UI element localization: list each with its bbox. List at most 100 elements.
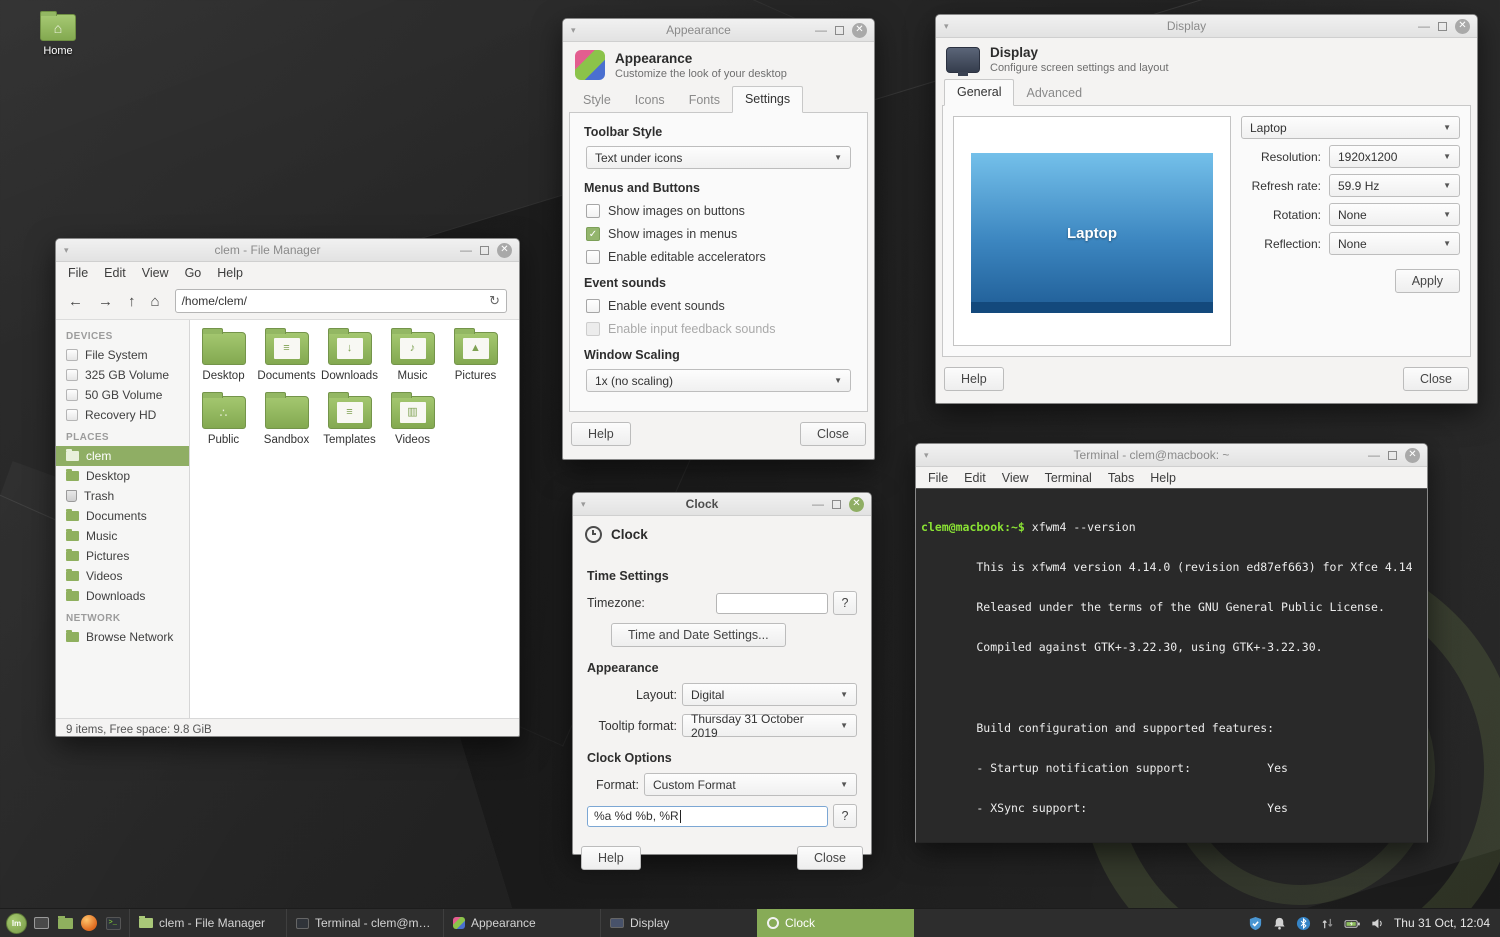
menu-view[interactable]: View (134, 264, 177, 282)
sidebar-item-file-system[interactable]: File System (56, 345, 189, 365)
menu-terminal[interactable]: Terminal (1037, 469, 1100, 487)
menu-go[interactable]: Go (177, 264, 210, 282)
menu-help[interactable]: Help (1142, 469, 1184, 487)
notification-bell-icon[interactable] (1272, 916, 1287, 931)
taskbar-button-file-manager[interactable]: clem - File Manager (129, 909, 286, 937)
terminal-screen[interactable]: clem@macbook:~$ xfwm4 --version This is … (916, 488, 1427, 843)
monitor-preview[interactable]: Laptop (971, 153, 1213, 313)
battery-icon[interactable] (1344, 916, 1361, 931)
apply-button[interactable]: Apply (1394, 269, 1460, 293)
mint-menu-button[interactable]: lm (6, 912, 27, 934)
sidebar-item-desktop[interactable]: Desktop (56, 466, 189, 486)
clock-titlebar[interactable]: ▾ Clock — ✕ (573, 493, 871, 516)
menu-help[interactable]: Help (209, 264, 251, 282)
sidebar-item-clem[interactable]: clem (56, 446, 189, 466)
menu-file[interactable]: File (920, 469, 956, 487)
help-button[interactable]: Help (944, 367, 1004, 391)
desktop-icon-home[interactable]: ⌂ Home (30, 11, 86, 57)
show-desktop-button[interactable] (31, 913, 51, 933)
bluetooth-icon[interactable] (1296, 916, 1311, 931)
rotation-dropdown[interactable]: None ▼ (1329, 203, 1460, 226)
path-input[interactable]: /home/clem/ ↻ (174, 289, 507, 313)
display-titlebar[interactable]: ▾ Display — ✕ (936, 15, 1477, 38)
layout-dropdown[interactable]: Digital ▼ (682, 683, 857, 706)
close-button[interactable]: ✕ (497, 242, 512, 258)
sidebar-item-downloads[interactable]: Downloads (56, 586, 189, 606)
taskbar-clock[interactable]: Thu 31 Oct, 12:04 (1394, 916, 1490, 930)
appearance-titlebar[interactable]: ▾ Appearance — ✕ (563, 19, 874, 42)
maximize-button[interactable] (832, 499, 841, 509)
refresh-rate-dropdown[interactable]: 59.9 Hz ▼ (1329, 174, 1460, 197)
checkbox-show-images-buttons[interactable]: Show images on buttons (586, 204, 853, 218)
help-button[interactable]: Help (581, 846, 641, 870)
file-manager-titlebar[interactable]: ▾ clem - File Manager — ✕ (56, 239, 519, 262)
menu-tabs[interactable]: Tabs (1100, 469, 1142, 487)
back-icon[interactable]: ← (68, 294, 83, 309)
format-dropdown[interactable]: Custom Format ▼ (644, 773, 857, 796)
custom-format-input[interactable]: %a %d %b, %R (587, 805, 828, 827)
folder-music[interactable]: ♪ Music (381, 328, 444, 382)
update-shield-icon[interactable] (1248, 916, 1263, 931)
sidebar-item-music[interactable]: Music (56, 526, 189, 546)
tab-icons[interactable]: Icons (623, 88, 677, 113)
window-menu-icon[interactable]: ▾ (571, 25, 576, 36)
file-manager-file-area[interactable]: Desktop ≡ Documents ↓ Downloads ♪ Music ▲ Pi… (190, 320, 519, 718)
folder-documents[interactable]: ≡ Documents (255, 328, 318, 382)
checkbox-show-images-menus[interactable]: ✓ Show images in menus (586, 227, 853, 241)
checkbox-editable-accelerators[interactable]: Enable editable accelerators (586, 250, 853, 264)
files-launcher[interactable] (55, 913, 75, 933)
terminal-launcher[interactable]: >_ (103, 913, 123, 933)
window-menu-icon[interactable]: ▾ (924, 450, 929, 461)
time-date-settings-button[interactable]: Time and Date Settings... (611, 623, 786, 647)
folder-desktop[interactable]: Desktop (192, 328, 255, 382)
checkbox-event-sounds[interactable]: Enable event sounds (586, 299, 853, 313)
menu-file[interactable]: File (60, 264, 96, 282)
maximize-button[interactable] (835, 25, 844, 35)
menu-edit[interactable]: Edit (96, 264, 134, 282)
taskbar-button-terminal[interactable]: Terminal - clem@macbook: ~ (286, 909, 443, 937)
reflection-dropdown[interactable]: None ▼ (1329, 232, 1460, 255)
folder-videos[interactable]: ▥ Videos (381, 392, 444, 446)
maximize-button[interactable] (480, 245, 489, 255)
forward-icon[interactable]: → (98, 294, 113, 309)
format-help-button[interactable]: ? (833, 804, 857, 828)
network-icon[interactable] (1320, 916, 1335, 931)
reload-icon[interactable]: ↻ (489, 293, 500, 309)
tab-style[interactable]: Style (571, 88, 623, 113)
menu-view[interactable]: View (994, 469, 1037, 487)
tab-fonts[interactable]: Fonts (677, 88, 732, 113)
folder-downloads[interactable]: ↓ Downloads (318, 328, 381, 382)
folder-templates[interactable]: ≡ Templates (318, 392, 381, 446)
timezone-input[interactable] (716, 592, 828, 614)
sidebar-item-browse-network[interactable]: Browse Network (56, 627, 189, 647)
sidebar-item-trash[interactable]: Trash (56, 486, 189, 506)
tab-advanced[interactable]: Advanced (1014, 81, 1094, 106)
window-menu-icon[interactable]: ▾ (581, 499, 586, 510)
timezone-help-button[interactable]: ? (833, 591, 857, 615)
resolution-dropdown[interactable]: 1920x1200 ▼ (1329, 145, 1460, 168)
folder-sandbox[interactable]: Sandbox (255, 392, 318, 446)
taskbar-button-appearance[interactable]: Appearance (443, 909, 600, 937)
maximize-button[interactable] (1438, 21, 1447, 31)
menu-edit[interactable]: Edit (956, 469, 994, 487)
sidebar-item-50gb-volume[interactable]: 50 GB Volume (56, 385, 189, 405)
sidebar-item-documents[interactable]: Documents (56, 506, 189, 526)
close-dialog-button[interactable]: Close (1403, 367, 1469, 391)
minimize-button[interactable]: — (812, 498, 824, 510)
home-icon[interactable]: ⌂ (151, 294, 160, 309)
up-icon[interactable]: ↑ (128, 294, 136, 309)
minimize-button[interactable]: — (460, 244, 472, 256)
sidebar-item-recovery-hd[interactable]: Recovery HD (56, 405, 189, 425)
sidebar-item-325gb-volume[interactable]: 325 GB Volume (56, 365, 189, 385)
terminal-titlebar[interactable]: ▾ Terminal - clem@macbook: ~ — ✕ (916, 444, 1427, 467)
volume-icon[interactable] (1370, 916, 1385, 931)
help-button[interactable]: Help (571, 422, 631, 446)
taskbar-button-display[interactable]: Display (600, 909, 757, 937)
folder-public[interactable]: ∴ Public (192, 392, 255, 446)
minimize-button[interactable]: — (1368, 449, 1380, 461)
firefox-launcher[interactable] (79, 913, 99, 933)
sidebar-item-videos[interactable]: Videos (56, 566, 189, 586)
sidebar-item-pictures[interactable]: Pictures (56, 546, 189, 566)
taskbar-button-clock[interactable]: Clock (757, 909, 914, 937)
toolbar-style-dropdown[interactable]: Text under icons ▼ (586, 146, 851, 169)
